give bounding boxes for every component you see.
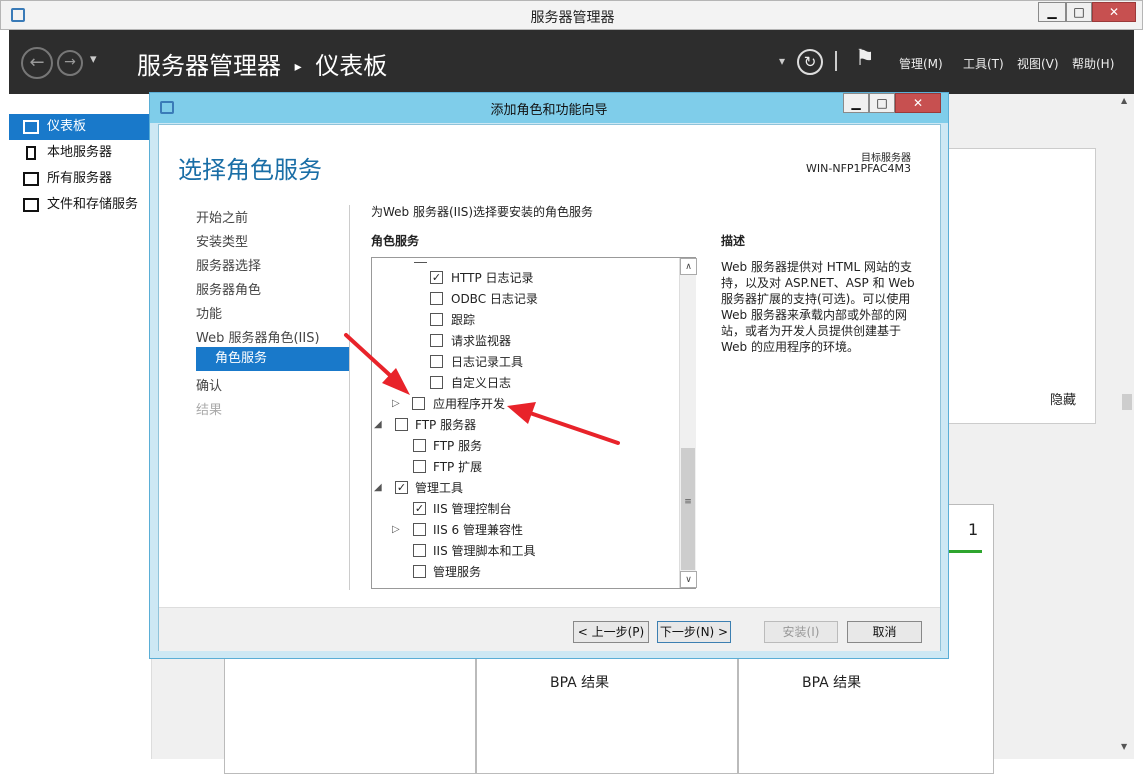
annotation-arrow-right xyxy=(507,402,620,445)
annotation-arrows xyxy=(344,333,620,445)
annotation-arrow-left xyxy=(344,333,410,395)
